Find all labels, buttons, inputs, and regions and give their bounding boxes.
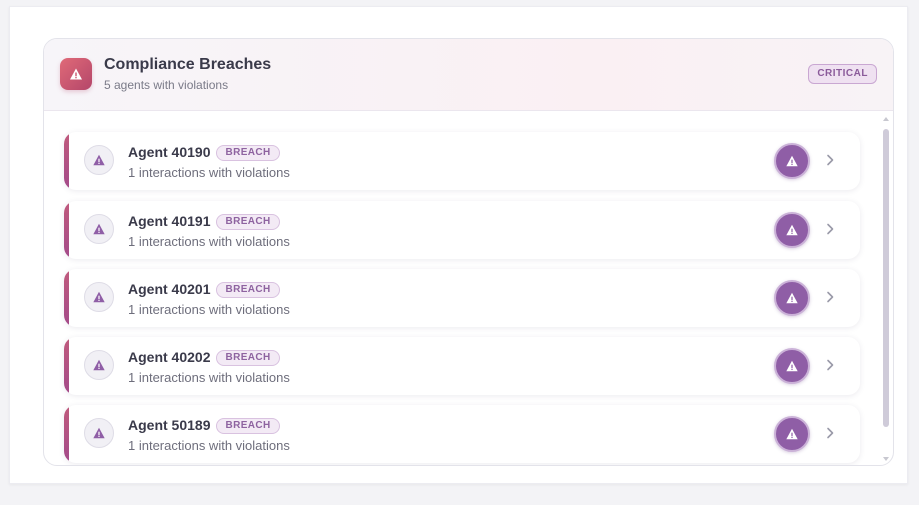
agent-row[interactable]: Agent 40190 BREACH 1 interactions with vi… bbox=[64, 132, 860, 190]
agent-list: Agent 40190 BREACH 1 interactions with vi… bbox=[44, 111, 893, 465]
chevron-right-icon[interactable] bbox=[822, 289, 838, 305]
warning-triangle-icon bbox=[785, 359, 799, 373]
warning-triangle-icon bbox=[785, 427, 799, 441]
breach-badge: BREACH bbox=[216, 282, 280, 298]
agent-row[interactable]: Agent 40202 BREACH 1 interactions with vi… bbox=[64, 337, 860, 395]
violation-action-button[interactable] bbox=[774, 143, 810, 179]
agent-name: Agent 40190 BREACH bbox=[128, 144, 280, 161]
breach-badge: BREACH bbox=[216, 145, 280, 161]
agent-row[interactable]: Agent 50189 BREACH 1 interactions with vi… bbox=[64, 405, 860, 463]
agent-name: Agent 40191 BREACH bbox=[128, 213, 280, 230]
chevron-right-icon[interactable] bbox=[822, 425, 838, 441]
warning-triangle-icon bbox=[84, 282, 114, 312]
list-scrollbar[interactable] bbox=[881, 115, 891, 463]
critical-badge: CRITICAL bbox=[808, 64, 877, 84]
warning-triangle-icon bbox=[60, 58, 92, 90]
panel-subtitle: 5 agents with violations bbox=[104, 78, 229, 92]
compliance-breaches-card: Compliance Breaches 5 agents with violat… bbox=[43, 38, 894, 466]
agent-violation-count: 1 interactions with violations bbox=[128, 302, 290, 317]
row-accent-bar bbox=[64, 405, 69, 463]
warning-triangle-icon bbox=[785, 154, 799, 168]
row-accent-bar bbox=[64, 337, 69, 395]
agent-violation-count: 1 interactions with violations bbox=[128, 438, 290, 453]
agent-violation-count: 1 interactions with violations bbox=[128, 370, 290, 385]
agent-row[interactable]: Agent 40201 BREACH 1 interactions with vi… bbox=[64, 269, 860, 327]
scroll-down-arrow[interactable] bbox=[883, 457, 889, 461]
violation-action-button[interactable] bbox=[774, 348, 810, 384]
agent-violation-count: 1 interactions with violations bbox=[128, 165, 290, 180]
agent-name: Agent 40202 BREACH bbox=[128, 349, 280, 366]
row-accent-bar bbox=[64, 132, 69, 190]
agent-name: Agent 40201 BREACH bbox=[128, 281, 280, 298]
panel-title: Compliance Breaches bbox=[104, 56, 272, 73]
violation-action-button[interactable] bbox=[774, 212, 810, 248]
panel-container: Compliance Breaches 5 agents with violat… bbox=[9, 6, 908, 484]
agent-violation-count: 1 interactions with violations bbox=[128, 234, 290, 249]
chevron-right-icon[interactable] bbox=[822, 221, 838, 237]
breach-badge: BREACH bbox=[216, 350, 280, 366]
agent-name: Agent 50189 BREACH bbox=[128, 417, 280, 434]
warning-triangle-icon bbox=[785, 291, 799, 305]
violation-action-button[interactable] bbox=[774, 280, 810, 316]
warning-triangle-icon bbox=[84, 145, 114, 175]
violation-action-button[interactable] bbox=[774, 416, 810, 452]
breach-badge: BREACH bbox=[216, 418, 280, 434]
warning-triangle-icon bbox=[785, 223, 799, 237]
warning-triangle-icon bbox=[84, 418, 114, 448]
warning-triangle-icon bbox=[84, 350, 114, 380]
scroll-thumb[interactable] bbox=[883, 129, 889, 427]
chevron-right-icon[interactable] bbox=[822, 357, 838, 373]
warning-triangle-icon bbox=[84, 214, 114, 244]
agent-row[interactable]: Agent 40191 BREACH 1 interactions with vi… bbox=[64, 201, 860, 259]
chevron-right-icon[interactable] bbox=[822, 152, 838, 168]
row-accent-bar bbox=[64, 269, 69, 327]
card-header: Compliance Breaches 5 agents with violat… bbox=[44, 39, 893, 111]
row-accent-bar bbox=[64, 201, 69, 259]
scroll-up-arrow[interactable] bbox=[883, 117, 889, 121]
breach-badge: BREACH bbox=[216, 214, 280, 230]
